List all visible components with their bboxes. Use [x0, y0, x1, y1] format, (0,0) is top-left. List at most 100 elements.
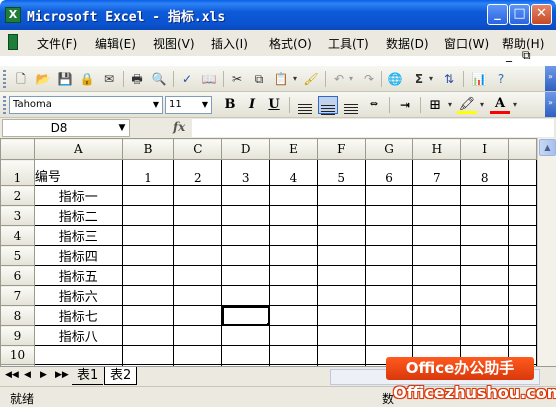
fill-color-icon[interactable]: 🖍 — [457, 96, 477, 114]
prev-sheet-icon[interactable]: ◀ — [24, 370, 31, 380]
cell[interactable] — [221, 245, 271, 266]
underline-button[interactable]: U — [264, 96, 284, 114]
cell[interactable] — [121, 185, 175, 206]
cell[interactable] — [221, 325, 271, 346]
cell[interactable] — [364, 285, 414, 306]
align-left-button[interactable] — [295, 96, 315, 114]
font-color-button[interactable]: A — [490, 96, 510, 114]
cell[interactable] — [460, 305, 510, 326]
row-header-10[interactable]: 10 — [0, 345, 35, 365]
doc-restore-button[interactable]: ⧉ — [522, 48, 531, 63]
cell[interactable] — [173, 185, 223, 206]
cell[interactable] — [316, 245, 366, 266]
cell-a7[interactable]: 指标六 — [33, 285, 123, 306]
menu-data[interactable]: 数据(D) — [386, 35, 429, 52]
column-header-e[interactable]: E — [269, 138, 318, 160]
undo-dropdown-icon[interactable]: ▾ — [346, 70, 356, 88]
cell-a9[interactable]: 指标八 — [33, 325, 123, 346]
cell[interactable] — [173, 225, 223, 246]
cell[interactable] — [460, 285, 510, 306]
cell-g1[interactable]: 6 — [364, 159, 414, 186]
name-box[interactable]: D8 ▼ — [2, 119, 130, 137]
cell[interactable] — [269, 345, 318, 365]
cell[interactable] — [221, 185, 271, 206]
cell[interactable] — [508, 285, 537, 306]
cell[interactable] — [173, 205, 223, 226]
fill-color-dropdown-icon[interactable]: ▾ — [477, 96, 487, 114]
cell[interactable] — [460, 325, 510, 346]
cell[interactable] — [173, 285, 223, 306]
cell-a8[interactable]: 指标七 — [33, 305, 123, 326]
cell-a4[interactable]: 指标三 — [33, 225, 123, 246]
cell[interactable] — [121, 325, 175, 346]
scroll-up-icon[interactable]: ▲ — [539, 139, 556, 156]
column-header-h[interactable]: H — [412, 138, 462, 160]
cell[interactable] — [269, 305, 318, 326]
cell[interactable] — [269, 265, 318, 286]
cell[interactable] — [460, 205, 510, 226]
cell[interactable] — [269, 205, 318, 226]
first-sheet-icon[interactable]: ◀◀ — [5, 370, 19, 380]
cell[interactable] — [412, 305, 462, 326]
paste-dropdown-icon[interactable]: ▾ — [290, 70, 300, 88]
cell[interactable] — [316, 285, 366, 306]
cell[interactable] — [412, 205, 462, 226]
column-header-c[interactable]: C — [173, 138, 223, 160]
insert-function-button[interactable]: fx — [173, 120, 185, 134]
cell[interactable] — [508, 225, 537, 246]
chevron-down-icon[interactable]: ▼ — [199, 97, 211, 113]
merge-center-icon[interactable]: ⇔ — [364, 96, 384, 114]
format-painter-icon[interactable]: 🖌 — [302, 70, 320, 88]
chart-wizard-icon[interactable]: 📊 — [470, 70, 488, 88]
cell[interactable] — [460, 245, 510, 266]
font-size-select[interactable]: 11 ▼ — [165, 96, 212, 114]
cell[interactable] — [364, 205, 414, 226]
cell[interactable] — [508, 245, 537, 266]
indent-icon[interactable]: ⇥ — [395, 96, 415, 114]
workbook-icon[interactable] — [6, 33, 20, 53]
maximize-button[interactable]: □ — [509, 4, 530, 25]
menu-view[interactable]: 视图(V) — [153, 35, 195, 52]
cell[interactable] — [269, 245, 318, 266]
cell-h1[interactable]: 7 — [412, 159, 462, 186]
column-header-g[interactable]: G — [364, 138, 414, 160]
research-icon[interactable]: 📖 — [200, 70, 218, 88]
select-all-corner[interactable] — [0, 138, 35, 160]
cell[interactable] — [221, 345, 271, 365]
new-icon[interactable]: 🗋 — [12, 70, 30, 88]
cell-i1[interactable]: 8 — [460, 159, 510, 186]
save-icon[interactable]: 💾 — [56, 70, 74, 88]
sort-ascending-icon[interactable]: ⇅ — [440, 70, 458, 88]
cell-e1[interactable]: 4 — [269, 159, 318, 186]
open-icon[interactable]: 📂 — [34, 70, 52, 88]
cell[interactable] — [364, 265, 414, 286]
cell-a6[interactable]: 指标五 — [33, 265, 123, 286]
column-header-f[interactable]: F — [316, 138, 366, 160]
menu-insert[interactable]: 插入(I) — [211, 35, 248, 52]
menu-edit[interactable]: 编辑(E) — [95, 35, 136, 52]
cell-f1[interactable]: 5 — [316, 159, 366, 186]
cell[interactable] — [460, 265, 510, 286]
cell[interactable] — [364, 305, 414, 326]
hyperlink-icon[interactable]: 🌐 — [386, 70, 404, 88]
cell[interactable] — [316, 325, 366, 346]
cell-d1[interactable]: 3 — [221, 159, 271, 186]
align-right-button[interactable] — [341, 96, 361, 114]
cell[interactable] — [508, 185, 537, 206]
formula-input[interactable] — [192, 119, 554, 137]
paste-icon[interactable]: 📋 — [272, 70, 290, 88]
cell[interactable] — [269, 225, 318, 246]
toolbar-options-icon[interactable]: » — [545, 66, 556, 91]
cell[interactable] — [316, 225, 366, 246]
row-header-1[interactable]: 1 — [0, 159, 35, 186]
cell[interactable] — [221, 225, 271, 246]
cell[interactable] — [412, 245, 462, 266]
sheet-tab-2[interactable]: 表2 — [104, 367, 138, 385]
cell[interactable] — [316, 345, 366, 365]
permission-icon[interactable]: 🔒 — [78, 70, 96, 88]
cell[interactable] — [412, 325, 462, 346]
cell-b1[interactable]: 1 — [121, 159, 175, 186]
borders-icon[interactable]: ⊞ — [425, 96, 445, 114]
cell[interactable] — [316, 265, 366, 286]
cell[interactable] — [460, 225, 510, 246]
